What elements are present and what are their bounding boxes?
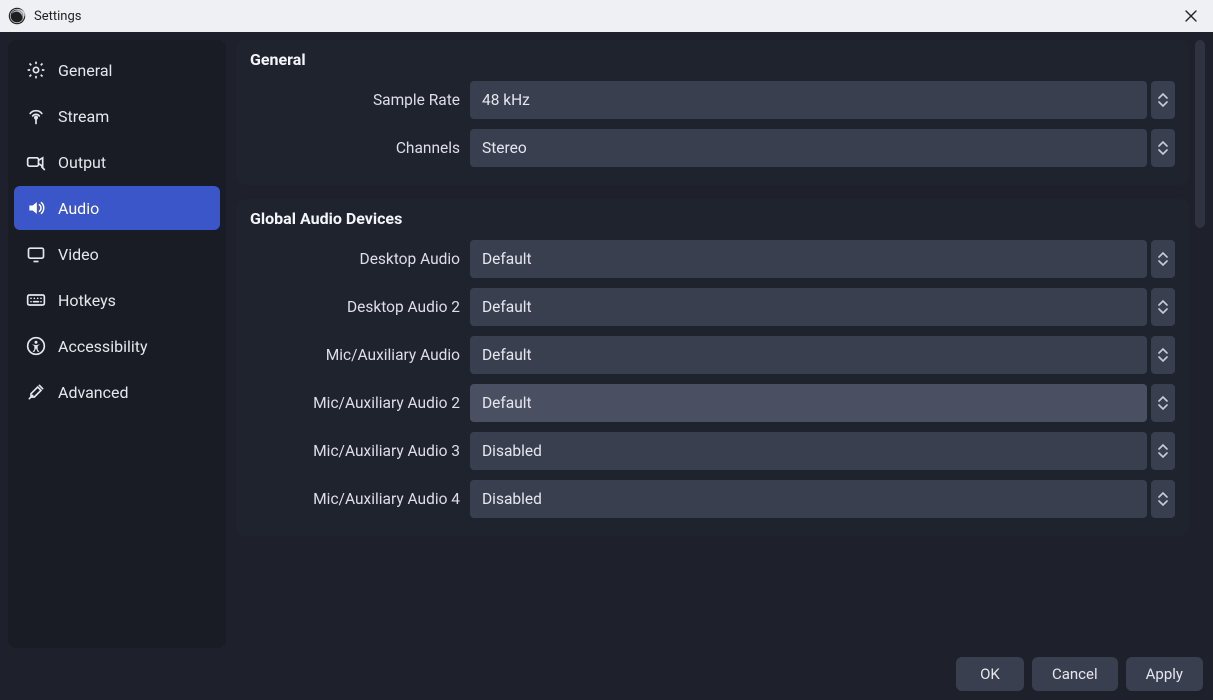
- row-sample-rate: Sample Rate 48 kHz: [250, 81, 1175, 119]
- spinner-icon[interactable]: [1151, 81, 1175, 119]
- panel-title-general: General: [250, 50, 1175, 69]
- label-desktop-audio: Desktop Audio: [250, 250, 460, 268]
- combo-mic-aux-audio-2[interactable]: Default: [470, 384, 1175, 422]
- sidebar-item-label: Hotkeys: [58, 291, 116, 310]
- label-sample-rate: Sample Rate: [250, 91, 460, 109]
- panel-general: General Sample Rate 48 kHz Channels St: [236, 40, 1189, 185]
- combo-channels[interactable]: Stereo: [470, 129, 1175, 167]
- spinner-icon[interactable]: [1151, 336, 1175, 374]
- sidebar-item-label: General: [58, 61, 112, 80]
- sidebar-item-label: Audio: [58, 199, 99, 218]
- panel-global-audio-devices: Global Audio Devices Desktop Audio Defau…: [236, 199, 1189, 536]
- sidebar-item-general[interactable]: General: [14, 48, 220, 92]
- combo-value[interactable]: Stereo: [470, 129, 1147, 167]
- combo-desktop-audio[interactable]: Default: [470, 240, 1175, 278]
- obs-logo-icon: [8, 7, 26, 25]
- combo-value[interactable]: Disabled: [470, 432, 1147, 470]
- combo-value[interactable]: Default: [470, 336, 1147, 374]
- sidebar-item-audio[interactable]: Audio: [14, 186, 220, 230]
- sidebar-item-hotkeys[interactable]: Hotkeys: [14, 278, 220, 322]
- sidebar-item-accessibility[interactable]: Accessibility: [14, 324, 220, 368]
- gear-icon: [26, 60, 46, 80]
- combo-desktop-audio-2[interactable]: Default: [470, 288, 1175, 326]
- combo-value[interactable]: 48 kHz: [470, 81, 1147, 119]
- spinner-icon[interactable]: [1151, 240, 1175, 278]
- row-desktop-audio: Desktop Audio Default: [250, 240, 1175, 278]
- row-mic-aux-audio-3: Mic/Auxiliary Audio 3 Disabled: [250, 432, 1175, 470]
- spinner-icon[interactable]: [1151, 432, 1175, 470]
- combo-mic-aux-audio[interactable]: Default: [470, 336, 1175, 374]
- sidebar-item-output[interactable]: Output: [14, 140, 220, 184]
- spinner-icon[interactable]: [1151, 480, 1175, 518]
- row-mic-aux-audio-2: Mic/Auxiliary Audio 2 Default: [250, 384, 1175, 422]
- tools-icon: [26, 382, 46, 402]
- row-channels: Channels Stereo: [250, 129, 1175, 167]
- app-body: General Stream Output: [0, 32, 1213, 648]
- sidebar-item-label: Advanced: [58, 383, 129, 402]
- row-desktop-audio-2: Desktop Audio 2 Default: [250, 288, 1175, 326]
- combo-value[interactable]: Disabled: [470, 480, 1147, 518]
- label-mic-aux-audio-3: Mic/Auxiliary Audio 3: [250, 442, 460, 460]
- combo-sample-rate[interactable]: 48 kHz: [470, 81, 1175, 119]
- sidebar-item-advanced[interactable]: Advanced: [14, 370, 220, 414]
- sidebar-item-label: Stream: [58, 107, 109, 126]
- row-mic-aux-audio: Mic/Auxiliary Audio Default: [250, 336, 1175, 374]
- spinner-icon[interactable]: [1151, 129, 1175, 167]
- label-mic-aux-audio-2: Mic/Auxiliary Audio 2: [250, 394, 460, 412]
- sidebar-item-stream[interactable]: Stream: [14, 94, 220, 138]
- label-desktop-audio-2: Desktop Audio 2: [250, 298, 460, 316]
- combo-mic-aux-audio-4[interactable]: Disabled: [470, 480, 1175, 518]
- antenna-icon: [26, 106, 46, 126]
- sidebar-item-label: Video: [58, 245, 99, 264]
- sidebar: General Stream Output: [8, 40, 226, 648]
- main-content: General Sample Rate 48 kHz Channels St: [236, 40, 1189, 648]
- monitor-icon: [26, 244, 46, 264]
- label-channels: Channels: [250, 139, 460, 157]
- apply-button[interactable]: Apply: [1126, 657, 1203, 691]
- label-mic-aux-audio: Mic/Auxiliary Audio: [250, 346, 460, 364]
- speaker-icon: [26, 198, 46, 218]
- window-title: Settings: [34, 9, 81, 24]
- panel-title-devices: Global Audio Devices: [250, 209, 1175, 228]
- camera-export-icon: [26, 152, 46, 172]
- sidebar-item-video[interactable]: Video: [14, 232, 220, 276]
- titlebar: Settings: [0, 0, 1213, 32]
- combo-value[interactable]: Default: [470, 288, 1147, 326]
- combo-value[interactable]: Default: [470, 240, 1147, 278]
- spinner-icon[interactable]: [1151, 384, 1175, 422]
- sidebar-item-label: Output: [58, 153, 106, 172]
- combo-value[interactable]: Default: [470, 384, 1147, 422]
- ok-button[interactable]: OK: [956, 657, 1024, 691]
- cancel-button[interactable]: Cancel: [1032, 657, 1118, 691]
- scrollbar-thumb[interactable]: [1195, 40, 1205, 228]
- main-wrap: General Sample Rate 48 kHz Channels St: [236, 40, 1205, 648]
- keyboard-icon: [26, 290, 46, 310]
- sidebar-item-label: Accessibility: [58, 337, 148, 356]
- label-mic-aux-audio-4: Mic/Auxiliary Audio 4: [250, 490, 460, 508]
- footer: OK Cancel Apply: [0, 648, 1213, 700]
- titlebar-left: Settings: [8, 7, 81, 25]
- accessibility-icon: [26, 336, 46, 356]
- row-mic-aux-audio-4: Mic/Auxiliary Audio 4 Disabled: [250, 480, 1175, 518]
- spinner-icon[interactable]: [1151, 288, 1175, 326]
- close-button[interactable]: [1175, 0, 1207, 32]
- combo-mic-aux-audio-3[interactable]: Disabled: [470, 432, 1175, 470]
